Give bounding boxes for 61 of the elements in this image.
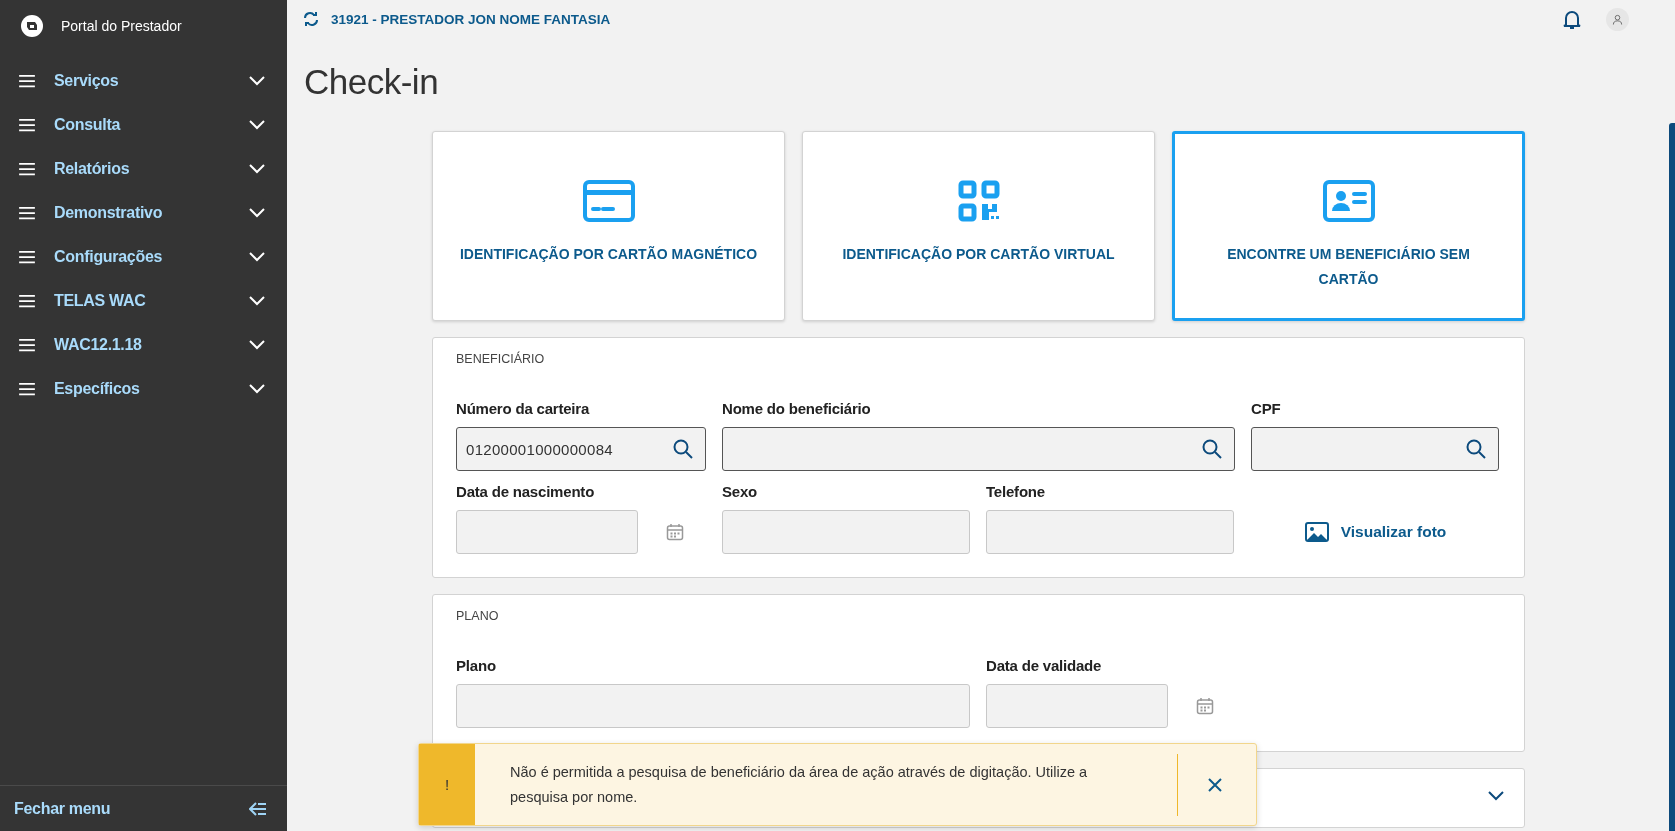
field-label: Nome do beneficiário (722, 400, 872, 417)
text-field[interactable] (456, 684, 970, 728)
menu-icon (18, 206, 36, 220)
text-field[interactable] (986, 510, 1234, 554)
menu-item[interactable]: Específicos (0, 367, 287, 411)
option-card[interactable]: IDENTIFICAÇÃO POR CARTÃO MAGNÉTICO (432, 131, 785, 321)
menu-icon (18, 162, 36, 176)
menu-icon (18, 294, 36, 308)
field-label: Data de validade (986, 657, 1103, 674)
menu-icon (18, 250, 36, 264)
date-field[interactable] (456, 510, 638, 554)
credit-card-icon (582, 180, 635, 222)
date-field[interactable] (986, 684, 1168, 728)
menu-icon (18, 338, 36, 352)
field-label: Telefone (986, 483, 1046, 500)
calendar-icon[interactable] (666, 523, 684, 541)
logo-icon (20, 14, 44, 38)
toast-message: Não é permitida a pesquisa de beneficiário da área de ação através de digitação. Utilize a pesquisa por nome. (510, 762, 1089, 807)
scrollbar[interactable] (1669, 123, 1675, 831)
close-menu-button[interactable]: Fechar menu (14, 799, 111, 818)
section-title: BENEFICIÁRIO (456, 352, 546, 366)
calendar-icon[interactable] (1196, 697, 1214, 715)
menu-item[interactable]: TELAS WAC (0, 279, 287, 323)
search-icon[interactable] (673, 439, 693, 459)
menu-item[interactable]: Configurações (0, 235, 287, 279)
section-title: PLANO (456, 609, 500, 623)
field-label: Plano (456, 657, 497, 674)
search-field[interactable]: 01200001000000084 (456, 427, 706, 471)
close-icon[interactable] (1208, 777, 1222, 792)
page-title: Check-in (304, 62, 440, 102)
menu-item[interactable]: Consulta (0, 103, 287, 147)
avatar[interactable] (1606, 7, 1629, 31)
image-icon (1304, 522, 1329, 542)
search-icon[interactable] (1202, 439, 1222, 459)
view-photo-link[interactable]: Visualizar foto (1304, 522, 1447, 542)
id-card-icon (1322, 180, 1375, 222)
search-field[interactable] (722, 427, 1235, 471)
menu-item[interactable]: Serviços (0, 59, 287, 103)
field-label: Número da carteira (456, 400, 591, 417)
toast-indicator: ! (419, 744, 475, 825)
menu-item[interactable]: Demonstrativo (0, 191, 287, 235)
field-label: Data de nascimento (456, 483, 596, 500)
menu-item[interactable]: Relatórios (0, 147, 287, 191)
field-label: Sexo (722, 483, 759, 500)
option-card[interactable]: IDENTIFICAÇÃO POR CARTÃO VIRTUAL (802, 131, 1155, 321)
qr-code-icon (957, 180, 1000, 222)
swap-icon[interactable] (303, 11, 319, 27)
provider-name[interactable]: 31921 - PRESTADOR JON NOME FANTASIA (331, 11, 611, 27)
app-title: Portal do Prestador (61, 18, 182, 34)
menu-item[interactable]: WAC12.1.18 (0, 323, 287, 367)
search-field[interactable] (1251, 427, 1499, 471)
search-icon[interactable] (1466, 439, 1486, 459)
chevron-down-icon[interactable] (1488, 791, 1504, 801)
field-label: CPF (1251, 400, 1282, 417)
bell-icon[interactable] (1562, 8, 1582, 30)
menu-icon (18, 118, 36, 132)
collapse-icon[interactable] (249, 801, 267, 816)
menu-icon (18, 74, 36, 88)
option-card[interactable]: ENCONTRE UM BENEFICIÁRIO SEM CARTÃO (1172, 131, 1525, 321)
text-field[interactable] (722, 510, 970, 554)
menu-icon (18, 382, 36, 396)
